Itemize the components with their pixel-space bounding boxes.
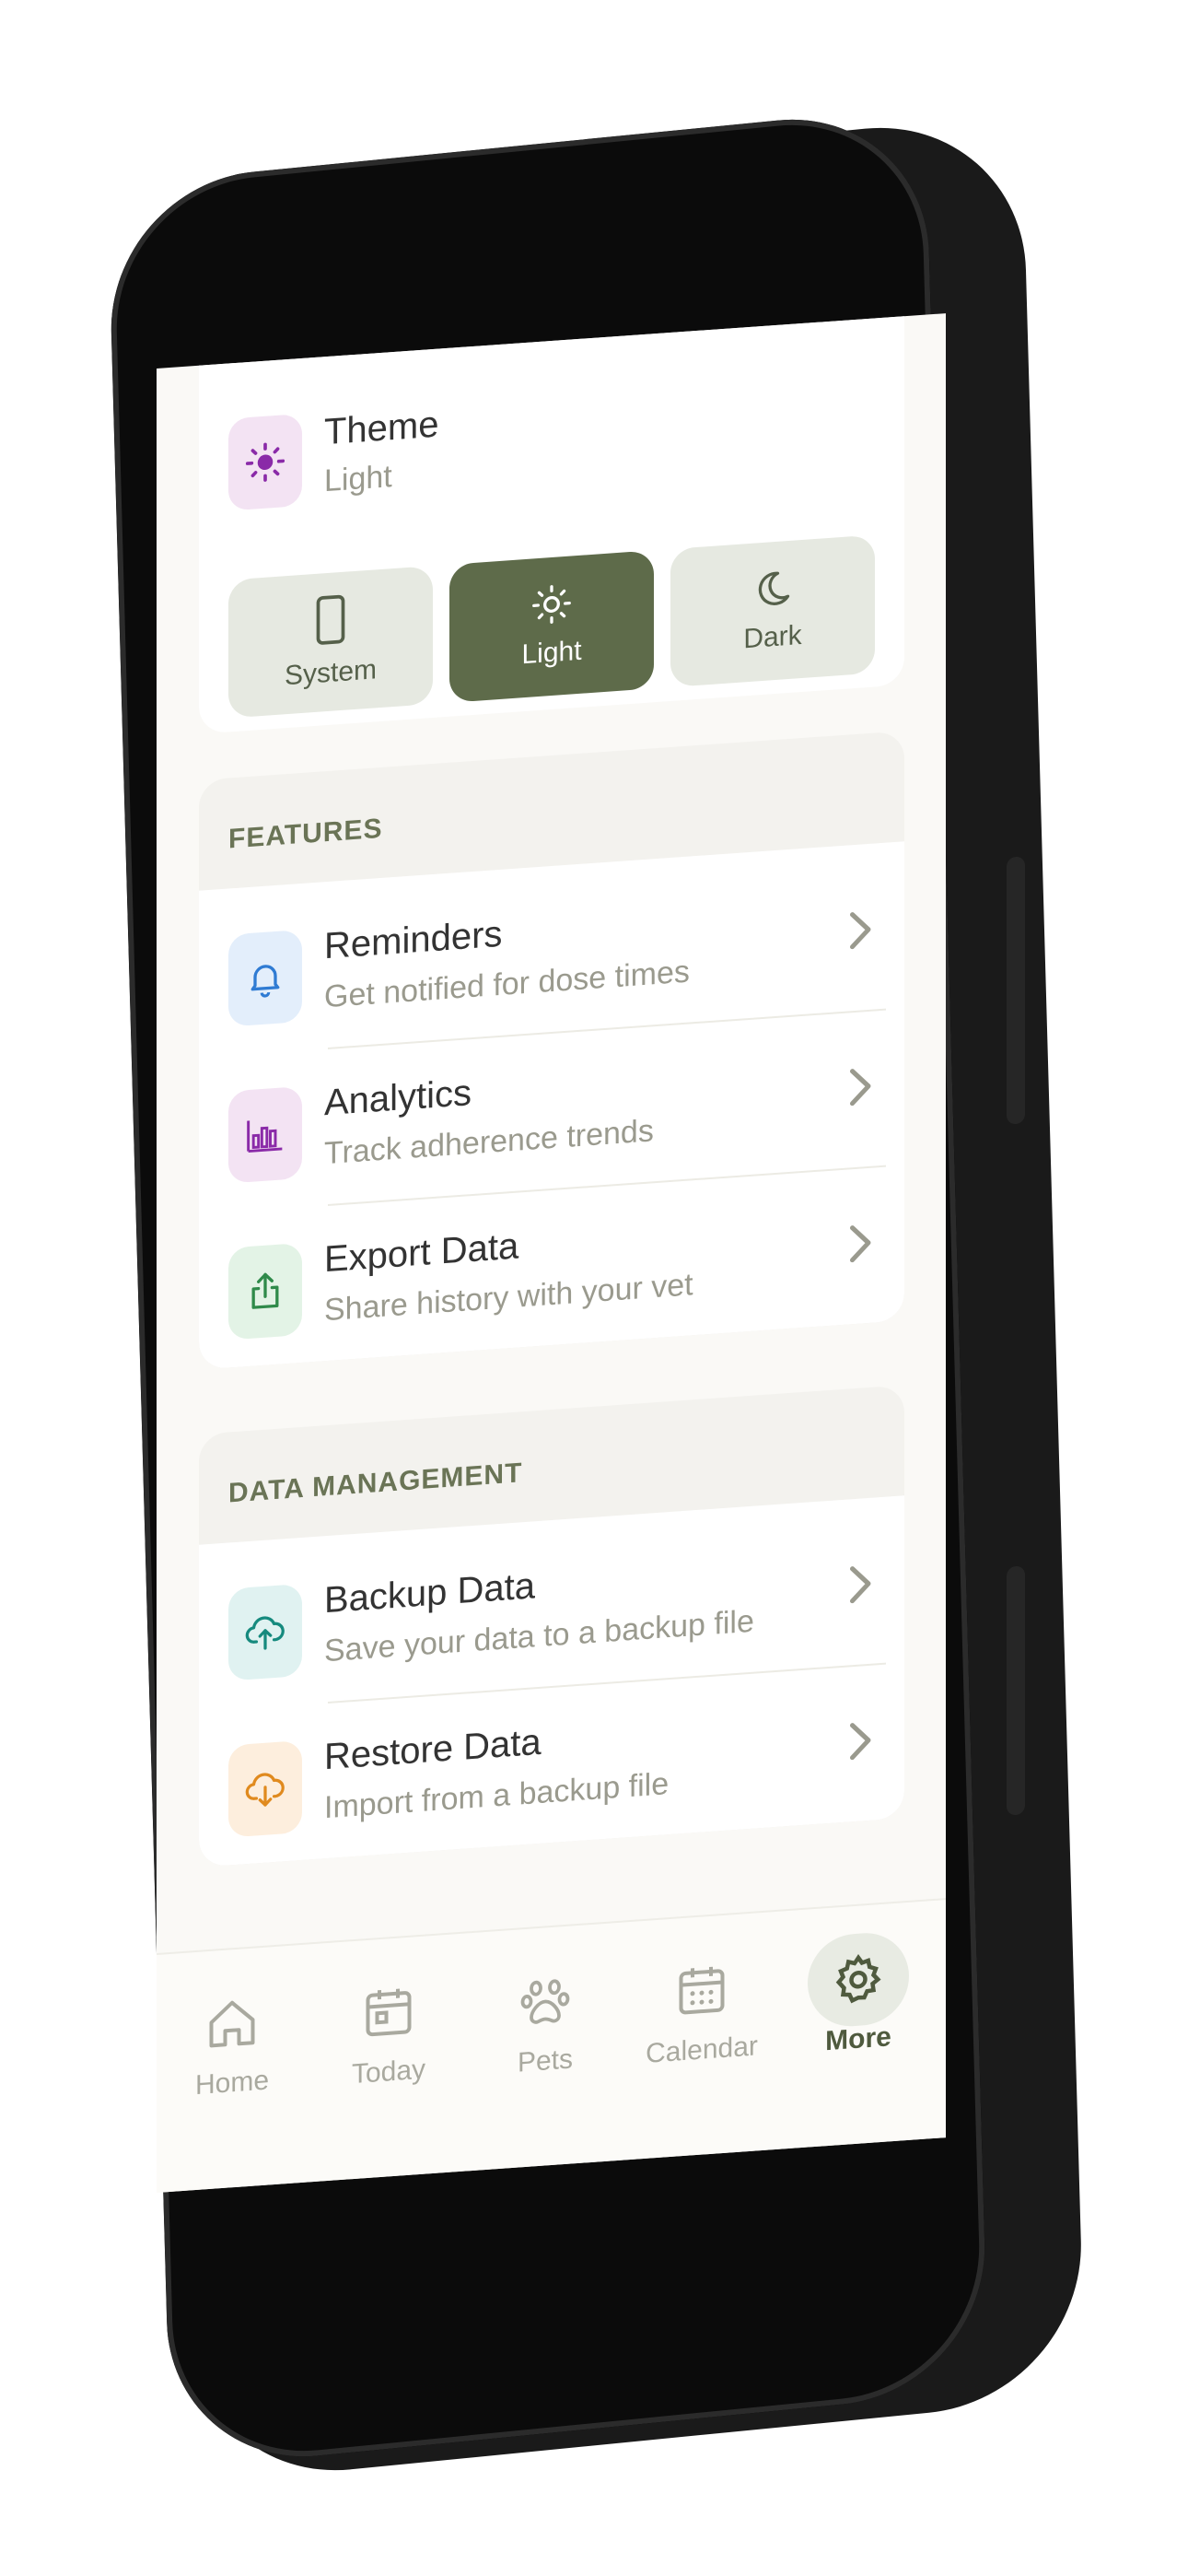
list-item-restore-data[interactable]: Restore Data Import from a backup file <box>228 1682 873 1856</box>
phone-icon <box>316 594 345 645</box>
data-management-section: DATA MANAGEMENT Backup Data Save your da… <box>199 1385 904 1868</box>
section-header: DATA MANAGEMENT <box>228 1458 523 1509</box>
share-icon-tile <box>228 1242 302 1341</box>
section-header: FEATURES <box>228 813 383 855</box>
calendar-icon <box>679 1966 725 2015</box>
sun-icon-tile <box>228 413 302 511</box>
theme-option-dark[interactable]: Dark <box>670 534 875 687</box>
paw-icon <box>520 1979 570 2024</box>
list-item-subtitle: Track adherence trends <box>324 1113 654 1172</box>
sun-icon <box>245 442 285 482</box>
features-section: FEATURES Reminders Get notified for dose… <box>199 731 904 1370</box>
today-icon <box>366 1988 412 2037</box>
theme-option-light[interactable]: Light <box>449 550 654 703</box>
list-item-subtitle: Import from a backup file <box>324 1766 670 1826</box>
sun-icon <box>532 585 571 624</box>
data-management-list: Backup Data Save your data to a backup f… <box>199 1495 904 1868</box>
theme-title: Theme <box>324 404 439 453</box>
tab-label: Calendar <box>646 2031 758 2069</box>
theme-option-label: Light <box>521 635 582 671</box>
tab-label: Home <box>194 2065 270 2102</box>
chevron-right-icon <box>850 1225 871 1263</box>
tab-label: Today <box>351 2054 426 2090</box>
bar-chart-icon-tile <box>228 1085 302 1184</box>
phone-side-button <box>1007 1565 1025 1816</box>
bell-icon <box>250 965 280 998</box>
tab-label: Pets <box>517 2043 574 2078</box>
phone-side-button <box>1007 856 1025 1125</box>
chevron-right-icon <box>850 912 871 950</box>
list-item-title: Export Data <box>324 1225 519 1281</box>
home-icon <box>209 2000 255 2048</box>
cloud-upload-icon-tile <box>228 1583 302 1681</box>
share-icon <box>251 1272 279 1309</box>
tab-pets[interactable]: Pets <box>481 1961 610 2108</box>
tab-calendar[interactable]: Calendar <box>637 1950 766 2097</box>
device-stage: Theme Light System Light Dark FEATURES R… <box>0 0 1188 2576</box>
app-screen: Theme Light System Light Dark FEATURES R… <box>157 313 946 2193</box>
tab-more[interactable]: More <box>794 1929 923 2086</box>
theme-option-label: Dark <box>743 620 802 655</box>
tab-home[interactable]: Home <box>168 1982 297 2129</box>
list-item-title: Reminders <box>324 913 503 967</box>
tab-today[interactable]: Today <box>324 1971 453 2118</box>
list-item-backup-data[interactable]: Backup Data Save your data to a backup f… <box>228 1526 873 1700</box>
chevron-right-icon <box>850 1723 871 1761</box>
bell-icon-tile <box>228 929 302 1027</box>
cloud-download-icon <box>245 1773 285 1807</box>
theme-option-label: System <box>284 654 378 692</box>
tab-label: More <box>825 2021 891 2057</box>
theme-value: Light <box>324 459 392 499</box>
cloud-download-icon-tile <box>228 1739 302 1838</box>
moon-icon <box>758 571 790 605</box>
list-item-title: Backup Data <box>324 1565 536 1622</box>
list-item-analytics[interactable]: Analytics Track adherence trends <box>228 1028 873 1202</box>
chevron-right-icon <box>850 1566 871 1604</box>
features-list: Reminders Get notified for dose times An… <box>199 841 904 1370</box>
list-item-export-data[interactable]: Export Data Share history with your vet <box>228 1185 873 1359</box>
bar-chart-icon <box>247 1120 283 1153</box>
list-item-title: Analytics <box>324 1072 472 1124</box>
list-item-reminders[interactable]: Reminders Get notified for dose times <box>228 872 873 1046</box>
chevron-right-icon <box>850 1069 871 1107</box>
cloud-upload-icon <box>245 1616 285 1650</box>
gear-icon <box>835 1954 881 2004</box>
theme-row: Theme Light <box>228 374 873 521</box>
theme-card: Theme Light System Light Dark <box>199 313 904 734</box>
theme-option-system[interactable]: System <box>228 566 433 719</box>
list-item-title: Restore Data <box>324 1721 542 1778</box>
